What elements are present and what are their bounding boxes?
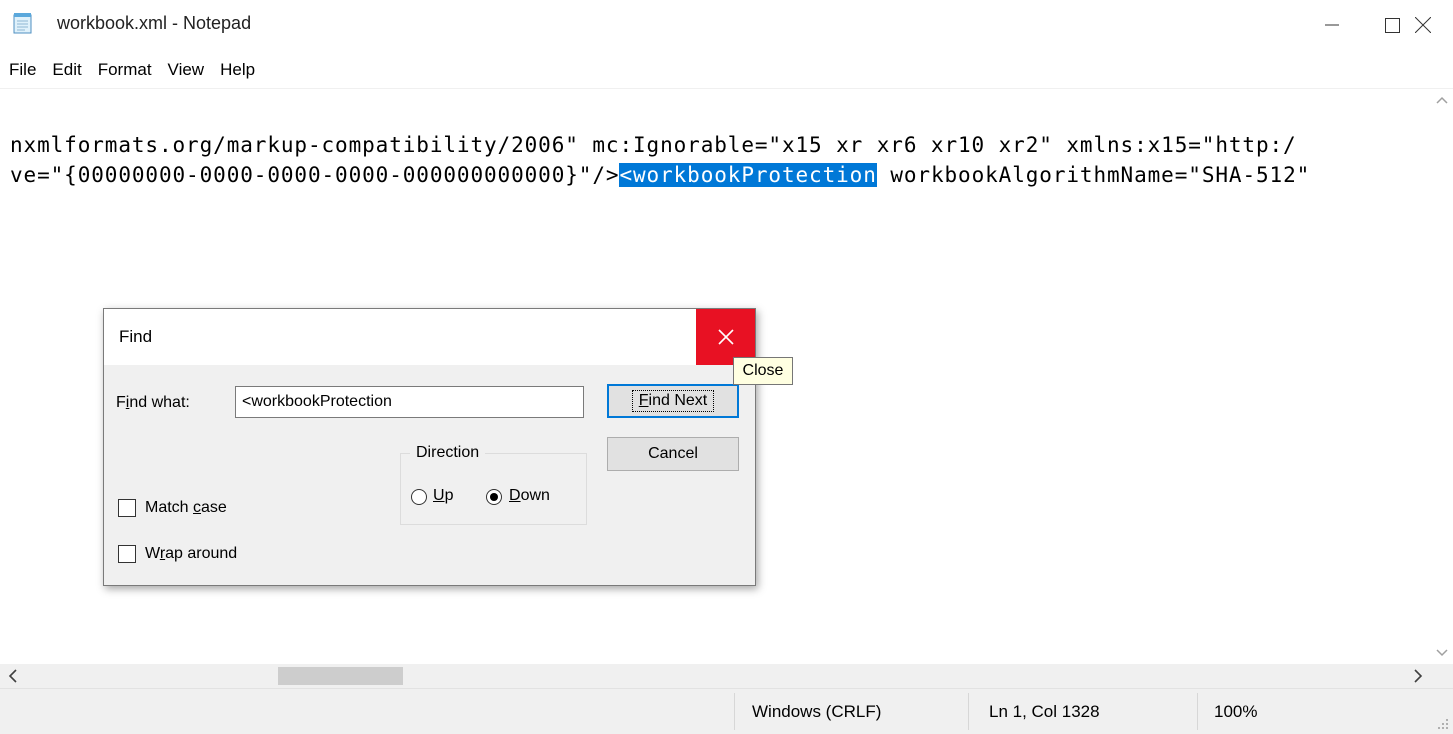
horizontal-scrollbar[interactable] [0, 664, 1431, 688]
scrollbar-corner [1431, 664, 1453, 688]
direction-up-label[interactable]: Up [433, 487, 453, 505]
scroll-left-icon[interactable] [8, 668, 18, 684]
window-close-button[interactable] [1393, 0, 1453, 50]
close-tooltip: Close [733, 357, 793, 385]
horizontal-scroll-thumb[interactable] [278, 667, 403, 685]
find-what-input[interactable] [235, 386, 584, 418]
find-next-button[interactable]: Find Next [607, 384, 739, 418]
status-cursor-position: Ln 1, Col 1328 [989, 701, 1100, 721]
editor-line-1: nxmlformats.org/markup-compatibility/200… [10, 133, 1297, 157]
menu-file[interactable]: File [9, 60, 44, 80]
notepad-icon [12, 12, 34, 34]
direction-down-label[interactable]: Down [509, 487, 550, 505]
find-dialog-title: Find [119, 327, 153, 346]
status-divider [968, 693, 969, 730]
line-text-before: ve="{00000000-0000-0000-0000-00000000000… [10, 163, 620, 187]
vertical-scrollbar[interactable] [1431, 89, 1453, 664]
direction-label: Direction [410, 444, 486, 462]
minimize-button[interactable] [1302, 0, 1362, 50]
match-case-checkbox[interactable] [118, 499, 136, 517]
find-dialog-title-bar[interactable]: Find [104, 309, 755, 365]
editor-line-2: ve="{00000000-0000-0000-0000-00000000000… [10, 163, 1310, 187]
status-line-ending: Windows (CRLF) [752, 701, 882, 721]
direction-down-radio[interactable] [486, 489, 502, 505]
scroll-right-icon[interactable] [1413, 668, 1423, 684]
match-case-label[interactable]: Match case [145, 499, 227, 517]
close-icon [717, 329, 734, 345]
menu-view[interactable]: View [160, 60, 213, 80]
selected-text: <workbookProtection [619, 163, 877, 187]
menu-bar: File Edit Format View Help [0, 52, 1453, 88]
minimize-icon [1325, 24, 1339, 26]
menu-edit[interactable]: Edit [44, 60, 89, 80]
resize-grip-icon[interactable] [1437, 718, 1449, 730]
scroll-up-icon[interactable] [1435, 95, 1449, 105]
menu-format[interactable]: Format [90, 60, 160, 80]
direction-up-radio[interactable] [411, 489, 427, 505]
find-what-label: Find what: [116, 394, 190, 411]
status-divider [1197, 693, 1198, 730]
status-bar: Windows (CRLF) Ln 1, Col 1328 100% [0, 688, 1453, 734]
title-bar: workbook.xml - Notepad [0, 0, 1453, 50]
scroll-down-icon[interactable] [1435, 648, 1449, 658]
wrap-around-label[interactable]: Wrap around [145, 545, 237, 563]
line-text-after: workbookAlgorithmName="SHA-512" [876, 163, 1311, 187]
window-title: workbook.xml - Notepad [57, 13, 252, 33]
status-zoom: 100% [1214, 701, 1258, 721]
menu-help[interactable]: Help [212, 60, 263, 80]
find-dialog: Find Find what: Find Next Cancel Directi… [103, 308, 756, 586]
cancel-button[interactable]: Cancel [607, 437, 739, 471]
wrap-around-checkbox[interactable] [118, 545, 136, 563]
close-icon [1415, 17, 1431, 33]
status-divider [734, 693, 735, 730]
